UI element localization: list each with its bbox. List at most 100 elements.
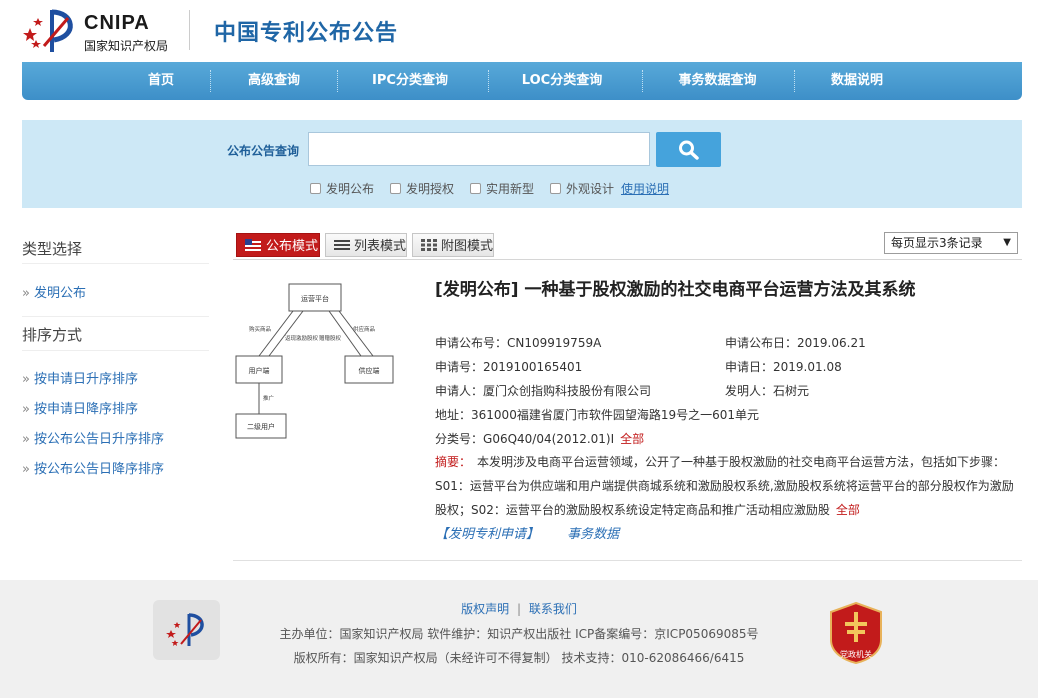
filter-label: 外观设计 [566, 181, 615, 196]
usage-help-link[interactable]: 使用说明 [621, 180, 669, 197]
patent-record: 运营平台 用户端 供应端 二级用户 购买商品 返现激励股权 赠赠股权 供应商品 … [233, 270, 1022, 562]
patent-figure-thumbnail[interactable]: 运营平台 用户端 供应端 二级用户 购买商品 返现激励股权 赠赠股权 供应商品 … [233, 276, 398, 441]
checkbox[interactable] [390, 182, 401, 194]
mode-figure-button[interactable]: 附图模式 [412, 233, 494, 257]
logo-text-en: CNIPA [84, 12, 150, 34]
nav-item-home[interactable]: 首页 [122, 62, 200, 100]
search-input[interactable] [308, 132, 650, 166]
main-nav: 首页 高级查询 IPC分类查询 LOC分类查询 事务数据查询 数据说明 [22, 62, 1022, 100]
patent-title[interactable]: [发明公布] 一种基于股权激励的社交电商平台运营方法及其系统 [435, 278, 935, 303]
class-all-link[interactable]: 全部 [620, 432, 644, 446]
diagram-node-supplier: 供应端 [359, 366, 380, 375]
app-no-field: 申请号：2019100165401 [435, 358, 582, 375]
logo-text-cn: 国家知识产权局 [84, 39, 169, 53]
filter-design[interactable]: 外观设计 [550, 180, 614, 196]
class-value: G06Q40/04(2012.01)I [483, 432, 615, 446]
mode-label: 列表模式 [354, 238, 407, 253]
cnipa-emblem-icon [23, 9, 73, 52]
field-label: 申请公布日： [725, 336, 798, 350]
field-label: 申请人： [435, 384, 484, 398]
app-no-value: 2019100165401 [483, 360, 583, 374]
sort-item-pub-date-asc[interactable]: » 按公布公告日升序排序 [22, 428, 164, 447]
mode-list-button[interactable]: 列表模式 [325, 233, 407, 257]
applicant-field: 申请人：厦门众创指购科技股份有限公司 [435, 382, 651, 399]
copyright-link[interactable]: 版权声明 [461, 602, 509, 616]
pub-date-value: 2019.06.21 [797, 336, 866, 350]
class-field: 分类号：G06Q40/04(2012.01)I 全部 [435, 430, 644, 447]
nav-item-ipc-search[interactable]: IPC分类查询 [355, 62, 465, 100]
checkbox[interactable] [310, 182, 321, 194]
invention-application-link[interactable]: 【发明专利申请】 [435, 527, 539, 542]
sort-item-label: 按申请日升序排序 [33, 372, 138, 387]
inventor-value: 石树元 [773, 384, 810, 398]
nav-item-advanced-search[interactable]: 高级查询 [230, 62, 318, 100]
nav-divider [642, 70, 643, 92]
diagram-node-user: 用户端 [249, 366, 270, 375]
diagram-edge-label: 供应商品 [353, 325, 376, 333]
field-label: 申请公布号： [435, 336, 508, 350]
field-label: 分类号： [435, 432, 484, 446]
diagram-node-platform: 运营平台 [301, 294, 329, 303]
double-chevron-icon: » [22, 402, 30, 417]
filter-label: 发明公布 [326, 181, 375, 196]
address-field: 地址：361000福建省厦门市软件园望海路19号之一601单元 [435, 406, 759, 423]
abstract: 摘要： 本发明涉及电商平台运营领域，公开了一种基于股权激励的社交电商平台运营方法，… [435, 450, 1023, 522]
diagram-edge-label: 推广 [263, 394, 275, 402]
nav-item-affairs-search[interactable]: 事务数据查询 [660, 62, 775, 100]
sort-item-app-date-desc[interactable]: » 按申请日降序排序 [22, 398, 138, 417]
type-item-invention-publication[interactable]: » 发明公布 [22, 282, 86, 301]
filter-utility-model[interactable]: 实用新型 [470, 180, 534, 196]
cnipa-logo[interactable]: CNIPA 国家知识产权局 [22, 6, 192, 56]
view-mode-toolbar: 公布模式 列表模式 附图模式 每页显示3条记录 ▼ [233, 231, 1022, 260]
per-page-select[interactable]: 每页显示3条记录 ▼ [884, 232, 1018, 254]
contact-link[interactable]: 联系我们 [529, 602, 577, 616]
nav-item-loc-search[interactable]: LOC分类查询 [507, 62, 617, 100]
search-label: 公布公告查询 [227, 144, 300, 158]
mode-publication-button[interactable]: 公布模式 [236, 233, 320, 257]
double-chevron-icon: » [22, 432, 30, 447]
filter-label: 实用新型 [486, 181, 535, 196]
applicant-value: 厦门众创指购科技股份有限公司 [483, 384, 652, 398]
search-icon [679, 140, 699, 160]
nav-divider [488, 70, 489, 92]
sort-item-app-date-asc[interactable]: » 按申请日升序排序 [22, 368, 138, 387]
site-title: 中国专利公布公告 [214, 21, 399, 46]
affairs-data-link[interactable]: 事务数据 [567, 527, 619, 542]
sort-item-label: 按公布公告日升序排序 [33, 432, 164, 447]
filter-label: 发明授权 [406, 181, 455, 196]
per-page-value: 每页显示3条记录 [891, 236, 983, 250]
double-chevron-icon: » [22, 462, 30, 477]
record-links: 【发明专利申请】 事务数据 [435, 523, 619, 542]
nav-divider [210, 70, 211, 92]
pub-date-field: 申请公布日：2019.06.21 [725, 334, 866, 351]
search-panel: 公布公告查询 发明公布 发明授权 实用新型 外观设计 使用说明 [22, 120, 1022, 208]
list-icon [334, 240, 350, 250]
diagram-edge-label: 返现激励股权 [285, 334, 319, 342]
abstract-all-link[interactable]: 全部 [836, 503, 860, 517]
search-button[interactable] [656, 132, 721, 167]
sort-item-label: 按申请日降序排序 [33, 402, 138, 417]
filter-invention-publication[interactable]: 发明公布 [310, 180, 374, 196]
app-date-field: 申请日：2019.01.08 [725, 358, 842, 375]
field-label: 地址： [435, 408, 472, 422]
checkbox[interactable] [550, 182, 561, 194]
site-header: CNIPA 国家知识产权局 中国专利公布公告 [0, 0, 1038, 62]
double-chevron-icon: » [22, 286, 30, 301]
badge-label: 党政机关 [840, 649, 872, 659]
checkbox[interactable] [470, 182, 481, 194]
site-footer: 版权声明 | 联系我们 主办单位：国家知识产权局 软件维护：知识产权出版社 IC… [0, 580, 1038, 698]
pub-no-field: 申请公布号：CN109919759A [435, 334, 601, 351]
sort-item-pub-date-desc[interactable]: » 按公布公告日降序排序 [22, 458, 164, 477]
diagram-node-secondary-user: 二级用户 [247, 422, 275, 431]
dropdown-arrow-icon: ▼ [1003, 237, 1011, 248]
footer-link-separator: | [516, 602, 522, 616]
header-divider [189, 10, 190, 50]
party-government-badge[interactable]: 党政机关 [829, 602, 883, 664]
pub-no-value: CN109919759A [507, 336, 602, 350]
filter-invention-grant[interactable]: 发明授权 [390, 180, 454, 196]
address-value: 361000福建省厦门市软件园望海路19号之一601单元 [471, 408, 759, 422]
nav-item-data-notes[interactable]: 数据说明 [812, 62, 902, 100]
mode-label: 公布模式 [265, 238, 318, 253]
field-label: 申请日： [725, 360, 774, 374]
nav-divider [337, 70, 338, 92]
